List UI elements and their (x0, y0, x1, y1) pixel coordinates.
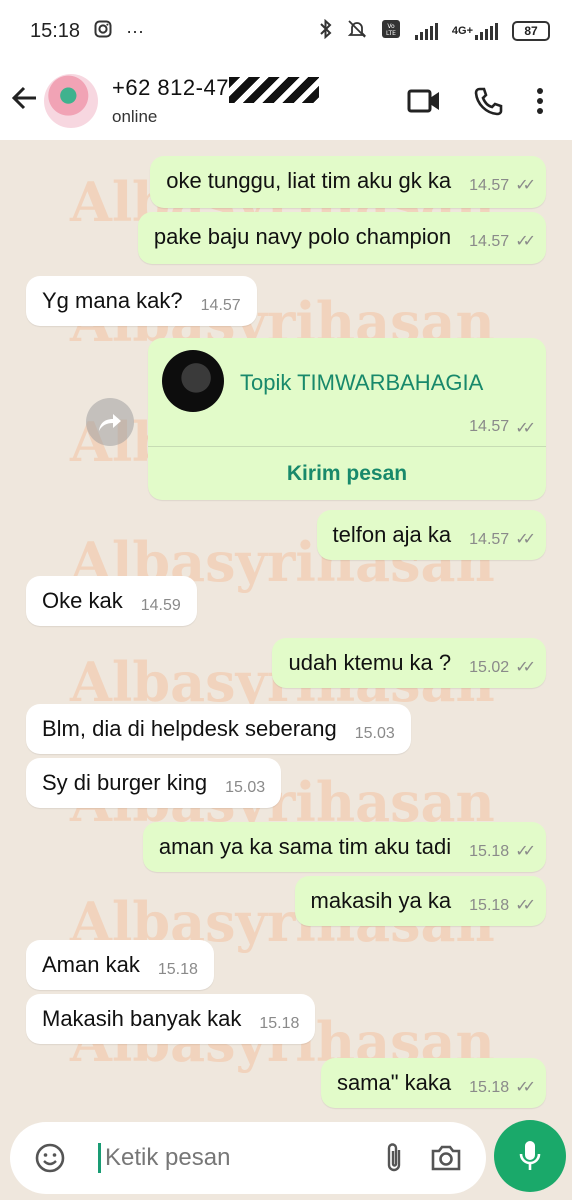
paperclip-icon (387, 1143, 401, 1172)
delivered-ticks-icon: ✓✓ (515, 531, 536, 548)
message-bubble-incoming[interactable]: Aman kak 15.18 (26, 940, 214, 990)
message-text: udah ktemu ka ? (288, 650, 452, 675)
message-time: 15.02 ✓✓ (469, 659, 536, 676)
message-time: 15.18 ✓✓ (469, 897, 536, 914)
message-time: 15.03 (225, 779, 266, 796)
voice-call-button[interactable] (456, 71, 520, 131)
message-text: oke tunggu, liat tim aku gk ka (166, 168, 452, 193)
message-input-bar: Ketik pesan (0, 1118, 572, 1200)
message-bubble-outgoing[interactable]: aman ya ka sama tim aku tadi 15.18 ✓✓ (142, 822, 546, 872)
message-time: 15.18 (157, 961, 198, 978)
bluetooth-icon (319, 18, 333, 44)
avatar[interactable] (44, 74, 98, 128)
message-bubble-incoming[interactable]: Oke kak 14.59 (26, 576, 197, 626)
message-time: 15.18 ✓✓ (469, 1079, 536, 1096)
message-time: 14.57 ✓✓ (469, 177, 536, 194)
battery-icon: 87 (512, 21, 550, 41)
message-bubble-outgoing[interactable]: oke tunggu, liat tim aku gk ka 14.57 ✓✓ (150, 156, 546, 208)
camera-button[interactable] (420, 1132, 472, 1184)
instagram-icon (94, 20, 112, 43)
signal-strength-icon (414, 22, 438, 40)
delivered-ticks-icon: ✓✓ (515, 659, 536, 676)
forward-button[interactable] (86, 398, 134, 446)
contact-info[interactable]: +62 812-47 online (112, 75, 392, 126)
text-cursor (98, 1143, 101, 1173)
message-time: 14.59 (140, 597, 181, 614)
delivered-ticks-icon: ✓✓ (515, 233, 536, 250)
mute-bell-icon (347, 19, 367, 44)
redaction-mark (228, 76, 319, 103)
contact-status: online (112, 106, 158, 126)
forward-arrow-icon (99, 414, 121, 431)
message-time: 15.18 ✓✓ (469, 843, 536, 860)
delivered-ticks-icon: ✓✓ (515, 420, 536, 437)
message-bubble-incoming[interactable]: Yg mana kak? 14.57 (26, 276, 257, 326)
camera-icon (431, 1145, 461, 1171)
more-notifications-icon: ··· (126, 20, 145, 41)
message-time: 15.03 (354, 725, 395, 742)
delivered-ticks-icon: ✓✓ (515, 177, 536, 194)
more-options-button[interactable] (520, 71, 560, 131)
message-text: aman ya ka sama tim aku tadi (158, 834, 452, 859)
voice-message-button[interactable] (494, 1120, 566, 1192)
kebab-menu-icon (537, 88, 543, 114)
message-text: pake baju navy polo champion (153, 224, 452, 249)
message-time: 14.57 ✓✓ (469, 233, 536, 250)
message-text: telfon aja ka (332, 522, 452, 547)
contact-card-message[interactable]: Topik TIMWARBAHAGIA 14.57 ✓✓ Kirim pesan (148, 338, 546, 500)
message-time: 14.57 ✓✓ (469, 418, 536, 437)
send-message-link[interactable]: Kirim pesan (148, 462, 546, 486)
message-bubble-outgoing[interactable]: telfon aja ka 14.57 ✓✓ (316, 510, 546, 560)
card-title: Topik TIMWARBAHAGIA (240, 370, 484, 395)
card-divider (148, 446, 546, 447)
message-text: Blm, dia di helpdesk seberang (42, 716, 337, 741)
message-text: Oke kak (42, 588, 123, 613)
microphone-icon (519, 1141, 541, 1170)
message-text: Yg mana kak? (42, 288, 183, 313)
message-text: Makasih banyak kak (42, 1006, 242, 1031)
message-text: Sy di burger king (42, 770, 208, 795)
message-time: 14.57 ✓✓ (469, 531, 536, 548)
network-indicator: 4G+ (452, 22, 498, 40)
message-bubble-outgoing[interactable]: sama" kaka 15.18 ✓✓ (320, 1058, 546, 1108)
message-text: makasih ya ka (310, 888, 452, 913)
message-time: 14.57 (200, 297, 241, 314)
contact-name: +62 812-47 (112, 75, 392, 103)
message-bubble-outgoing[interactable]: pake baju navy polo champion 14.57 ✓✓ (137, 212, 546, 264)
message-input[interactable]: Ketik pesan (10, 1122, 486, 1194)
card-thumbnail (162, 350, 224, 412)
message-bubble-incoming[interactable]: Blm, dia di helpdesk seberang 15.03 (26, 704, 411, 754)
emoji-icon (35, 1143, 65, 1173)
attach-button[interactable] (368, 1132, 420, 1184)
message-time: 15.18 (259, 1015, 300, 1032)
emoji-button[interactable] (24, 1132, 76, 1184)
message-placeholder[interactable]: Ketik pesan (105, 1144, 368, 1172)
delivered-ticks-icon: ✓✓ (515, 897, 536, 914)
chat-header: +62 812-47 online (0, 62, 572, 140)
signal-strength-icon-2 (475, 22, 498, 40)
message-bubble-incoming[interactable]: Makasih banyak kak 15.18 (26, 994, 316, 1044)
status-time: 15:18 (30, 19, 81, 42)
video-camera-icon (407, 89, 439, 113)
back-arrow-icon[interactable] (10, 83, 42, 120)
phone-icon (474, 87, 503, 116)
delivered-ticks-icon: ✓✓ (515, 1079, 536, 1096)
message-text: sama" kaka (336, 1070, 452, 1095)
message-text: Aman kak (42, 952, 140, 977)
svg-text:Vo: Vo (387, 23, 395, 30)
message-bubble-incoming[interactable]: Sy di burger king 15.03 (26, 758, 282, 808)
chat-area[interactable]: Albasyrihasan Albasyrihasan Albasyrihasa… (0, 140, 572, 1125)
message-bubble-outgoing[interactable]: udah ktemu ka ? 15.02 ✓✓ (272, 638, 546, 688)
volte-icon: Vo LTE (381, 19, 401, 44)
video-call-button[interactable] (392, 71, 456, 131)
delivered-ticks-icon: ✓✓ (515, 843, 536, 860)
svg-text:LTE: LTE (386, 30, 396, 37)
message-bubble-outgoing[interactable]: makasih ya ka 15.18 ✓✓ (294, 876, 546, 926)
status-bar: 15:18 ··· Vo LTE 4G+ 87 (0, 0, 572, 62)
